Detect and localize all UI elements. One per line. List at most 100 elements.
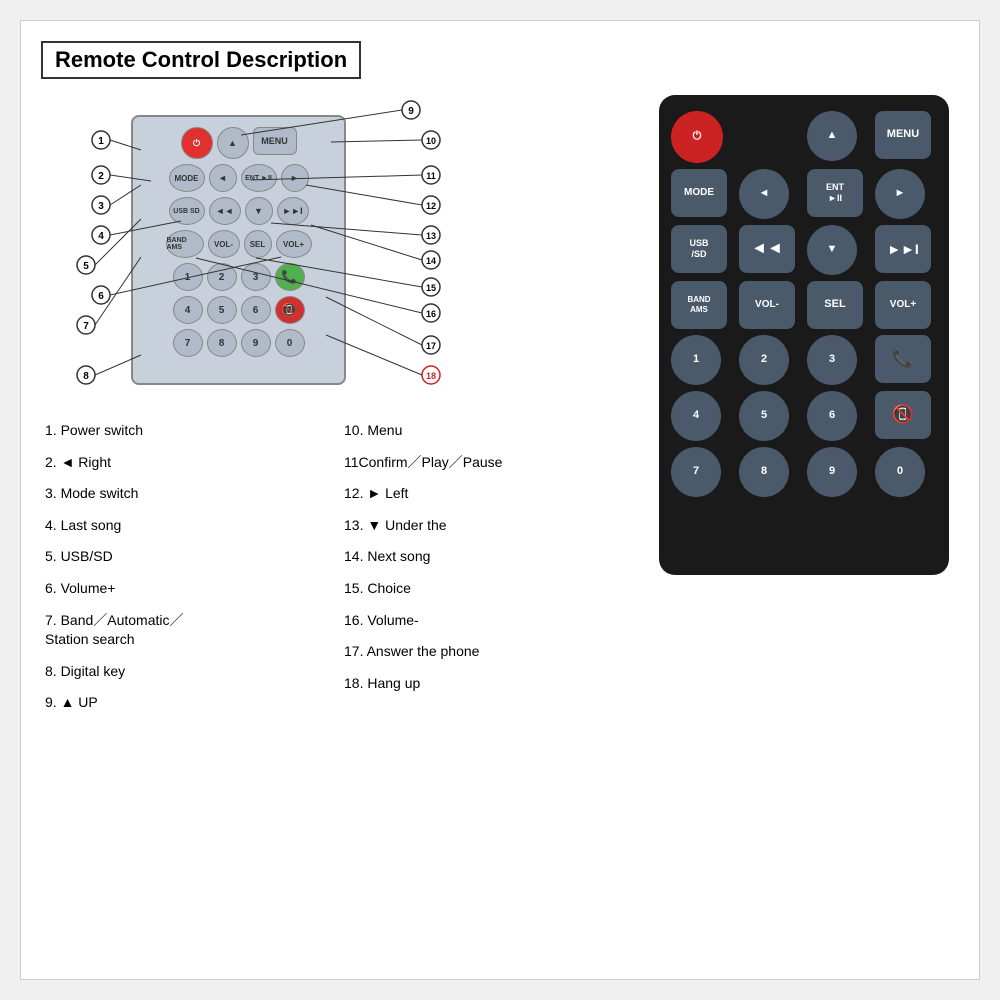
diag-down-btn[interactable]: ▼: [245, 197, 273, 225]
real-8-btn[interactable]: 8: [739, 447, 789, 497]
svg-text:15: 15: [426, 283, 436, 293]
diag-3-btn[interactable]: 3: [241, 263, 271, 291]
desc-17: 17. Answer the phone: [340, 636, 639, 668]
diag-5-btn[interactable]: 5: [207, 296, 237, 324]
desc-1-text: 1: [45, 422, 53, 438]
diag-menu-btn[interactable]: MENU: [253, 127, 297, 155]
real-4-btn[interactable]: 4: [671, 391, 721, 441]
diag-ent-btn[interactable]: ENT ►II: [241, 164, 277, 192]
svg-text:3: 3: [98, 201, 104, 212]
diag-right-btn[interactable]: ►: [281, 164, 309, 192]
desc-3: 3. Mode switch: [41, 478, 340, 510]
real-hangup-btn[interactable]: 📵: [875, 391, 931, 439]
diag-0-btn[interactable]: 0: [275, 329, 305, 357]
desc-section: 1. Power switch 2. ◄ Right 3. Mode switc…: [41, 415, 639, 719]
desc-16: 16. Volume-: [340, 605, 639, 637]
diag-left-btn[interactable]: ◄: [209, 164, 237, 192]
real-prev-btn[interactable]: ◄◄: [739, 225, 795, 273]
desc-5: 5. USB/SD: [41, 541, 340, 573]
diag-usb-btn[interactable]: USB SD: [169, 197, 205, 225]
real-left-btn[interactable]: ◄: [739, 169, 789, 219]
right-section: ⏻ ▲ MENU MODE ◄ ENT►II ► USB/SD ◄◄ ▼: [659, 95, 959, 719]
real-next-btn[interactable]: ►►I: [875, 225, 931, 273]
real-1-btn[interactable]: 1: [671, 335, 721, 385]
real-volp-btn[interactable]: VOL+: [875, 281, 931, 329]
real-5-btn[interactable]: 5: [739, 391, 789, 441]
real-right-btn[interactable]: ►: [875, 169, 925, 219]
diagram-row-6: 4 5 6 📵: [143, 296, 334, 324]
svg-text:11: 11: [426, 171, 436, 181]
svg-text:9: 9: [408, 106, 414, 117]
real-band-btn[interactable]: BANDAMS: [671, 281, 727, 329]
real-remote: ⏻ ▲ MENU MODE ◄ ENT►II ► USB/SD ◄◄ ▼: [659, 95, 949, 575]
svg-text:1: 1: [98, 136, 104, 147]
content-area: ⏻ ▲ MENU MODE ◄ ENT ►II ► USB SD ◄◄: [41, 95, 959, 719]
diagram-row-7: 7 8 9 0: [143, 329, 334, 357]
real-usb-btn[interactable]: USB/SD: [671, 225, 727, 273]
diag-volm-btn[interactable]: VOL-: [208, 230, 240, 258]
diag-up-btn[interactable]: ▲: [217, 127, 249, 159]
diag-next-btn[interactable]: ►►I: [277, 197, 309, 225]
diag-volp-btn[interactable]: VOL+: [276, 230, 312, 258]
diag-power-btn[interactable]: ⏻: [181, 127, 213, 159]
real-mode-btn[interactable]: MODE: [671, 169, 727, 217]
desc-18: 18. Hang up: [340, 668, 639, 700]
diag-mode-btn[interactable]: MODE: [169, 164, 205, 192]
svg-text:14: 14: [426, 256, 436, 266]
svg-text:18: 18: [426, 371, 436, 381]
real-2-btn[interactable]: 2: [739, 335, 789, 385]
svg-text:17: 17: [426, 341, 436, 351]
desc-7: 7. Band／Automatic／ Station search: [41, 605, 340, 656]
real-3-btn[interactable]: 3: [807, 335, 857, 385]
diag-7-btn[interactable]: 7: [173, 329, 203, 357]
desc-9: 9. ▲ UP: [41, 687, 340, 719]
diag-1-btn[interactable]: 1: [173, 263, 203, 291]
left-section: ⏻ ▲ MENU MODE ◄ ENT ►II ► USB SD ◄◄: [41, 95, 639, 719]
diag-6-btn[interactable]: 6: [241, 296, 271, 324]
diag-4-btn[interactable]: 4: [173, 296, 203, 324]
real-9-btn[interactable]: 9: [807, 447, 857, 497]
diag-sel-btn[interactable]: SEL: [244, 230, 272, 258]
diagram-row-4: BAND AMS VOL- SEL VOL+: [143, 230, 334, 258]
real-up-btn[interactable]: ▲: [807, 111, 857, 161]
svg-text:2: 2: [98, 171, 104, 182]
real-0-btn[interactable]: 0: [875, 447, 925, 497]
page-title: Remote Control Description: [41, 41, 361, 79]
desc-col-right: 10. Menu 11Confirm／Play／Pause 12. ► Left…: [340, 415, 639, 719]
desc-4: 4. Last song: [41, 510, 340, 542]
svg-text:4: 4: [98, 231, 104, 242]
diag-8-btn[interactable]: 8: [207, 329, 237, 357]
diagram-row-5: 1 2 3 📞: [143, 263, 334, 291]
desc-8: 8. Digital key: [41, 656, 340, 688]
diag-prev-btn[interactable]: ◄◄: [209, 197, 241, 225]
real-power-btn[interactable]: ⏻: [671, 111, 723, 163]
diagram-wrapper: ⏻ ▲ MENU MODE ◄ ENT ►II ► USB SD ◄◄: [41, 95, 471, 405]
desc-col-left: 1. Power switch 2. ◄ Right 3. Mode switc…: [41, 415, 340, 719]
svg-text:5: 5: [83, 261, 89, 272]
desc-15: 15. Choice: [340, 573, 639, 605]
diagram-row-2: MODE ◄ ENT ►II ►: [143, 164, 334, 192]
desc-11: 11Confirm／Play／Pause: [340, 447, 639, 479]
real-answer-btn[interactable]: 📞: [875, 335, 931, 383]
diag-band-btn[interactable]: BAND AMS: [166, 230, 204, 258]
diag-hangup-btn[interactable]: 📵: [275, 296, 305, 324]
desc-2: 2. ◄ Right: [41, 447, 340, 479]
real-volm-btn[interactable]: VOL-: [739, 281, 795, 329]
svg-text:6: 6: [98, 291, 104, 302]
svg-text:13: 13: [426, 231, 436, 241]
real-down-btn[interactable]: ▼: [807, 225, 857, 275]
diag-9-btn[interactable]: 9: [241, 329, 271, 357]
real-6-btn[interactable]: 6: [807, 391, 857, 441]
real-ent-btn[interactable]: ENT►II: [807, 169, 863, 217]
real-menu-btn[interactable]: MENU: [875, 111, 931, 159]
desc-14: 14. Next song: [340, 541, 639, 573]
diag-answer-btn[interactable]: 📞: [275, 263, 305, 291]
diagram-row-1: ⏻ ▲ MENU: [143, 127, 334, 159]
real-sel-btn[interactable]: SEL: [807, 281, 863, 329]
svg-text:12: 12: [426, 201, 436, 211]
real-7-btn[interactable]: 7: [671, 447, 721, 497]
main-container: Remote Control Description ⏻ ▲ MENU MODE: [20, 20, 980, 980]
diag-2-btn[interactable]: 2: [207, 263, 237, 291]
svg-text:7: 7: [83, 321, 89, 332]
svg-text:8: 8: [83, 371, 89, 382]
